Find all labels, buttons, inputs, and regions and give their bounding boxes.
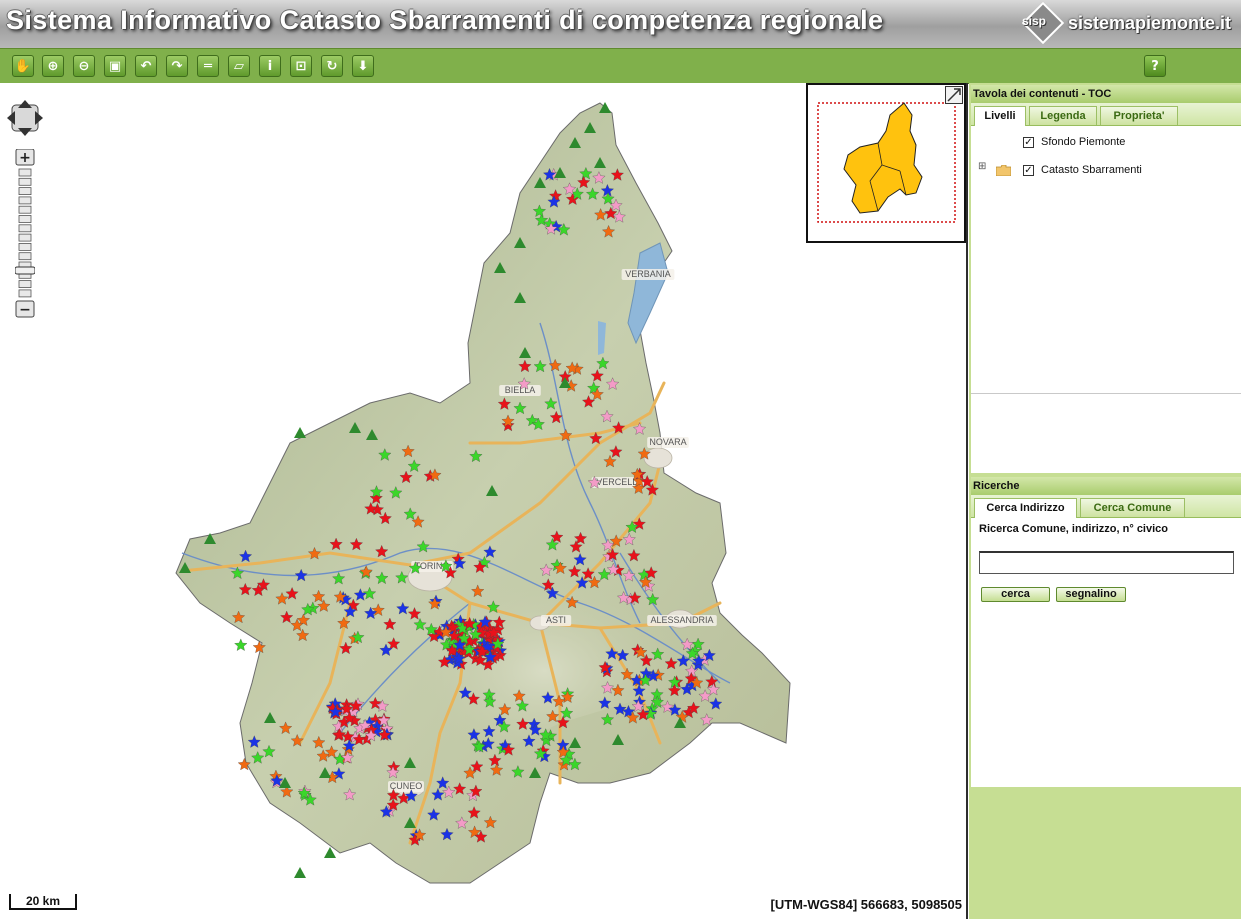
measure-area-button[interactable]: ▱ [228,55,250,77]
zoom-in-icon: ⊕ [47,59,59,74]
ruler-icon: ═ [204,59,212,74]
map-viewport[interactable]: VERBANIA BIELLA NOVARA VERCELLI TORINO ASTI AL… [0,83,968,919]
pan-control[interactable] [6,99,44,137]
tab-livelli[interactable]: Livelli [974,106,1026,126]
info-select-button[interactable]: ⊡ [290,55,312,77]
zoom-level-tick [18,233,32,242]
help-button[interactable]: ? [1144,55,1166,77]
expand-plus-icon[interactable]: ⊞ [978,161,986,172]
select-info-icon: ⊡ [295,59,307,74]
scale-bar: 20 km [9,894,77,910]
side-panel: Tavola dei contenuti - TOC Livelli Legen… [969,83,1241,919]
tab-legenda[interactable]: Legenda [1029,106,1097,125]
zoom-extent-button[interactable]: ▣ [104,55,126,77]
toc-tabs: Livelli Legenda Proprieta' [971,103,1241,126]
next-view-button[interactable]: ↷ [166,55,188,77]
search-panel: Ricerche Cerca Indirizzo Cerca Comune Ri… [971,477,1241,787]
zoom-extent-icon: ▣ [108,59,122,74]
diagonal-arrow-icon [947,88,961,102]
zoom-slider-handle [15,266,35,275]
hand-icon: ✋ [14,59,32,74]
search-prompt: Ricerca Comune, indirizzo, n° civico [979,523,1168,535]
zoom-level-tick [18,177,32,186]
download-button[interactable]: ⬇ [352,55,374,77]
search-address-input[interactable] [979,551,1234,574]
help-icon: ? [1151,59,1159,74]
pan-right-arrow-icon [35,111,43,125]
tab-proprieta[interactable]: Proprieta' [1100,106,1178,125]
pan-down-arrow-icon [18,128,32,136]
overview-collapse-button[interactable] [945,86,963,104]
overview-map[interactable] [806,83,966,243]
folder-icon [996,165,1011,176]
map-toolbar: ✋ ⊕ ⊖ ▣ ↶ ↷ ═ ▱ i ⊡ ↻ ⬇ ? [0,48,1241,84]
coordinate-readout: [UTM-WGS84] 566683, 5098505 [770,897,962,912]
place-label-vercelli: VERCELLI [596,477,640,487]
svg-text:−: − [19,302,31,318]
area-ruler-icon: ▱ [234,59,244,74]
zoom-out-tool-button[interactable]: ⊖ [73,55,95,77]
zoom-level-tick [18,215,32,223]
zoom-level-tick [18,196,32,205]
svg-text:+: + [19,150,31,166]
dam-triangle-marker [294,867,306,878]
tab-cerca-comune[interactable]: Cerca Comune [1080,498,1185,517]
zoom-level-tick [18,224,32,233]
pan-left-arrow-icon [7,111,15,125]
piemonte-region-shape [175,102,791,884]
place-label-biella: BIELLA [505,385,536,395]
measure-distance-button[interactable]: ═ [197,55,219,77]
layer-label-catasto: Catasto Sbarramenti [1041,164,1142,176]
refresh-icon: ↻ [326,59,338,74]
pan-up-arrow-icon [18,100,32,108]
overview-region-shape [843,102,923,214]
logo-sisp-label: sisp [1021,14,1046,28]
redo-arrow-icon: ↷ [171,59,183,74]
place-label-verbania: VERBANIA [625,269,671,279]
header-banner: Sistema Informativo Catasto Sbarramenti … [0,0,1241,48]
zoom-level-tick [18,243,32,251]
toc-panel: Tavola dei contenuti - TOC Livelli Legen… [971,85,1241,473]
download-arrow-icon: ⬇ [357,59,369,74]
sistemapiemonte-logo[interactable]: sisp sistemapiemonte.it [1021,1,1231,45]
search-tabs: Cerca Indirizzo Cerca Comune [971,495,1241,518]
zoom-level-tick [18,187,32,195]
previous-view-button[interactable]: ↶ [135,55,157,77]
zoom-out-icon: ⊖ [78,59,90,74]
dam-triangle-marker [294,427,306,438]
layer-row-catasto: ⊞ ✓ Catasto Sbarramenti [971,161,1241,179]
pan-tool-button[interactable]: ✋ [12,55,34,77]
search-title: Ricerche [971,477,1241,495]
layer-checkbox-catasto[interactable]: ✓ [1023,165,1034,176]
refresh-button[interactable]: ↻ [321,55,343,77]
zoom-in-tool-button[interactable]: ⊕ [42,55,64,77]
zoom-level-tick [18,280,32,289]
app-title: Sistema Informativo Catasto Sbarramenti … [6,5,884,35]
info-button[interactable]: i [259,55,281,77]
overview-canvas [817,102,956,223]
place-label-alessandria: ALESSANDRIA [650,615,713,625]
place-label-cuneo: CUNEO [390,781,423,791]
layer-label-sfondo: Sfondo Piemonte [1041,136,1126,148]
zoom-level-tick [18,205,32,214]
logo-site-label: sistemapiemonte.it [1067,12,1231,33]
segnalino-button[interactable]: segnalino [1056,587,1126,602]
layer-checkbox-sfondo[interactable]: ✓ [1023,137,1034,148]
dam-star-marker [234,638,248,651]
place-label-novara: NOVARA [649,437,686,447]
cerca-button[interactable]: cerca [981,587,1050,602]
zoom-level-tick [18,168,32,177]
undo-arrow-icon: ↶ [140,59,152,74]
layer-row-sfondo: ✓ Sfondo Piemonte [971,133,1241,151]
toc-title: Tavola dei contenuti - TOC [971,85,1241,103]
place-label-asti: ASTI [546,615,566,625]
toc-divider [971,393,1241,394]
info-icon: i [267,59,273,74]
zoom-slider[interactable]: + − [15,149,35,319]
zoom-level-tick [18,252,32,261]
zoom-level-tick [18,289,32,298]
tab-cerca-indirizzo[interactable]: Cerca Indirizzo [974,498,1077,518]
